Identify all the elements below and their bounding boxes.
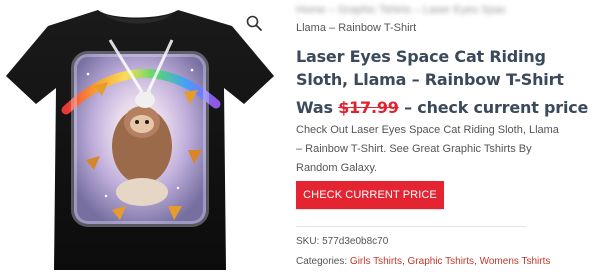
- divider: [296, 226, 526, 227]
- sku-value: 577d3e0b8c70: [322, 236, 389, 247]
- price-line: Was $17.99 – check current price: [296, 98, 588, 117]
- check-price-button[interactable]: CHECK CURRENT PRICE: [296, 181, 444, 209]
- product-image-area: [0, 0, 278, 275]
- category-link-girls-tshirts[interactable]: Girls Tshirts: [350, 256, 402, 267]
- product-image[interactable]: [2, 0, 278, 275]
- old-price: $17.99: [338, 98, 399, 117]
- product-description: Check Out Laser Eyes Space Cat Riding Sl…: [296, 124, 559, 174]
- price-suffix: – check current price: [404, 98, 589, 117]
- product-title: Laser Eyes Space Cat Riding Sloth, Llama…: [296, 47, 564, 89]
- breadcrumb-blurred: Home – Graphic Tshirts – Laser Eyes Spac…: [296, 4, 506, 15]
- sku-label: SKU:: [296, 236, 320, 247]
- category-link-womens-tshirts[interactable]: Womens Tshirts: [480, 256, 551, 267]
- categories-label: Categories:: [296, 256, 348, 267]
- magnifier-icon[interactable]: [245, 14, 263, 32]
- price-prefix: Was: [296, 98, 333, 117]
- category-link-graphic-tshirts[interactable]: Graphic Tshirts: [408, 256, 475, 267]
- sku-line: SKU: 577d3e0b8c70: [296, 236, 388, 247]
- categories-line: Categories: Girls Tshirts, Graphic Tshir…: [296, 256, 551, 267]
- breadcrumb: Llama – Rainbow T-Shirt: [296, 22, 417, 34]
